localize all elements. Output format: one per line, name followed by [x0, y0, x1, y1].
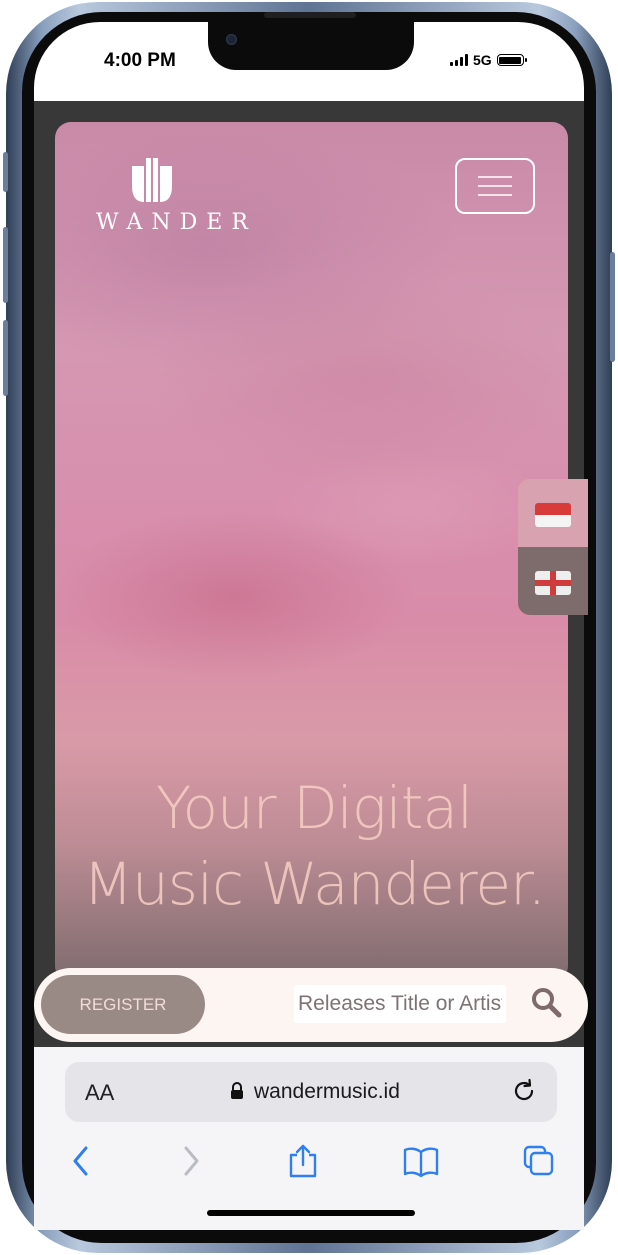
network-label: 5G — [473, 52, 492, 68]
text-size-label: AA — [85, 1080, 115, 1105]
wander-logo[interactable]: WANDER — [96, 156, 257, 235]
volume-up-button — [3, 227, 8, 303]
hamburger-menu-button[interactable] — [455, 158, 535, 214]
silent-switch — [3, 152, 8, 192]
language-switcher — [518, 479, 588, 615]
logo-mark-icon — [132, 158, 172, 202]
url-text[interactable]: wandermusic.id — [254, 1080, 400, 1104]
register-button[interactable]: REGISTER — [41, 975, 205, 1034]
status-time: 4:00 PM — [104, 50, 176, 71]
menu-line-icon — [478, 176, 512, 178]
status-indicators: 5G — [450, 52, 527, 68]
speaker — [264, 12, 356, 18]
notch — [208, 12, 414, 70]
text-size-button[interactable]: AA — [85, 1080, 114, 1106]
indonesia-flag-icon — [535, 503, 571, 527]
reload-icon[interactable] — [510, 1077, 538, 1105]
signal-icon — [450, 54, 468, 66]
lock-icon — [231, 1082, 243, 1099]
language-indonesian-button[interactable] — [518, 479, 588, 547]
headline-line-1: Your Digital — [155, 774, 473, 842]
logo-text: WANDER — [96, 210, 257, 235]
search-icon[interactable] — [528, 984, 564, 1020]
bookmarks-icon[interactable] — [402, 1143, 440, 1179]
back-icon[interactable] — [68, 1143, 96, 1179]
search-input[interactable] — [294, 985, 506, 1023]
language-english-button[interactable] — [518, 547, 588, 615]
hero-headline: Your Digital Music Wanderer. — [34, 770, 594, 922]
battery-icon — [496, 54, 527, 66]
tabs-icon[interactable] — [522, 1143, 556, 1179]
home-indicator — [207, 1210, 415, 1216]
forward-icon[interactable] — [176, 1143, 204, 1179]
volume-down-button — [3, 320, 8, 396]
share-icon[interactable] — [286, 1143, 320, 1179]
front-camera — [226, 34, 237, 45]
menu-line-icon — [478, 194, 512, 196]
menu-line-icon — [478, 185, 512, 187]
headline-line-2: Music Wanderer. — [82, 850, 546, 918]
england-flag-icon — [535, 571, 571, 595]
power-button — [610, 252, 615, 362]
